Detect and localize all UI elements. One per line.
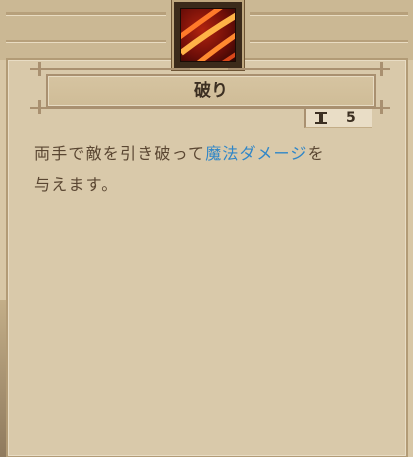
banner-cap-left-low: [38, 100, 41, 114]
claw-slash-icon: [180, 8, 236, 62]
skill-level-box: 5: [304, 109, 372, 128]
description-text-2: を: [307, 144, 325, 163]
skill-description: 両手で敵を引き破って魔法ダメージを 与えます。: [34, 138, 394, 200]
skill-icon-frame: [172, 0, 244, 70]
top-rail-left-lower: [6, 40, 166, 42]
skill-title: 破り: [194, 81, 228, 101]
banner-rail-left: [30, 68, 190, 70]
skill-tooltip: 破り 5 両手で敵を引き破って魔法ダメージを 与えます。: [0, 0, 413, 457]
description-highlight-magic-damage: 魔法ダメージ: [205, 144, 308, 163]
skill-level-value: 5: [346, 110, 356, 126]
description-text-1: 両手で敵を引き破って: [34, 144, 206, 163]
banner-cap-left: [38, 62, 41, 76]
banner-rail-right: [228, 68, 390, 70]
top-rail-right: [250, 12, 408, 15]
description-line-2: 与えます。: [34, 175, 119, 194]
banner-cap-right: [380, 62, 383, 76]
level-icon: [315, 112, 327, 124]
claw-slash-graphic: [181, 9, 235, 61]
banner-cap-right-low: [380, 100, 383, 114]
top-rail-right-lower: [250, 40, 408, 42]
top-rail-left: [6, 12, 166, 15]
skill-title-banner: 破り: [46, 74, 376, 108]
